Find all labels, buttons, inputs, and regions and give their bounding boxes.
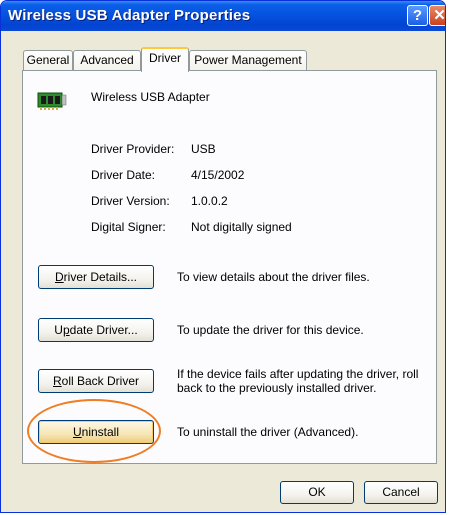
driver-provider-value: USB bbox=[191, 142, 216, 156]
window-title: Wireless USB Adapter Properties bbox=[8, 7, 251, 24]
uninstall-mnemonic: U bbox=[72, 425, 82, 439]
device-name: Wireless USB Adapter bbox=[91, 90, 210, 104]
help-button[interactable]: ? bbox=[407, 5, 428, 26]
update-driver-description: To update the driver for this device. bbox=[177, 323, 364, 337]
roll-back-driver-button[interactable]: Roll Back Driver bbox=[38, 369, 154, 393]
help-icon: ? bbox=[412, 7, 423, 24]
close-icon: ✕ bbox=[433, 7, 446, 24]
driver-details-description: To view details about the driver files. bbox=[177, 270, 370, 284]
network-adapter-icon bbox=[37, 92, 67, 110]
tab-advanced[interactable]: Advanced bbox=[73, 50, 141, 70]
title-bar[interactable]: Wireless USB Adapter Properties ? ✕ bbox=[1, 1, 445, 31]
driver-version-value: 1.0.0.2 bbox=[191, 194, 228, 208]
roll-back-description-line1: If the device fails after updating the d… bbox=[177, 367, 419, 381]
digital-signer-value: Not digitally signed bbox=[191, 220, 292, 234]
driver-details-mnemonic: D bbox=[54, 270, 64, 284]
driver-details-button[interactable]: Driver Details... bbox=[38, 265, 154, 289]
driver-provider-label: Driver Provider: bbox=[91, 142, 175, 156]
properties-window: Wireless USB Adapter Properties ? ✕ Gene… bbox=[0, 0, 446, 513]
roll-back-mnemonic: R bbox=[52, 374, 62, 388]
update-driver-mnemonic: p bbox=[62, 323, 70, 337]
driver-date-label: Driver Date: bbox=[91, 168, 156, 182]
close-button[interactable]: ✕ bbox=[429, 5, 446, 26]
driver-date-value: 4/15/2002 bbox=[191, 168, 245, 182]
tab-driver[interactable]: Driver bbox=[141, 47, 189, 72]
roll-back-description-line2: back to the previously installed driver. bbox=[177, 381, 377, 395]
tab-power-management[interactable]: Power Management bbox=[189, 50, 307, 70]
digital-signer-label: Digital Signer: bbox=[91, 220, 166, 234]
tab-general[interactable]: General bbox=[23, 50, 73, 70]
driver-version-label: Driver Version: bbox=[91, 194, 170, 208]
ok-button[interactable]: OK bbox=[280, 481, 354, 504]
uninstall-button[interactable]: Uninstall bbox=[38, 420, 154, 444]
cancel-button[interactable]: Cancel bbox=[364, 481, 438, 504]
driver-tab-panel: Wireless USB Adapter Driver Provider: US… bbox=[22, 70, 437, 464]
uninstall-description: To uninstall the driver (Advanced). bbox=[177, 425, 359, 439]
update-driver-button[interactable]: Update Driver... bbox=[38, 318, 154, 342]
